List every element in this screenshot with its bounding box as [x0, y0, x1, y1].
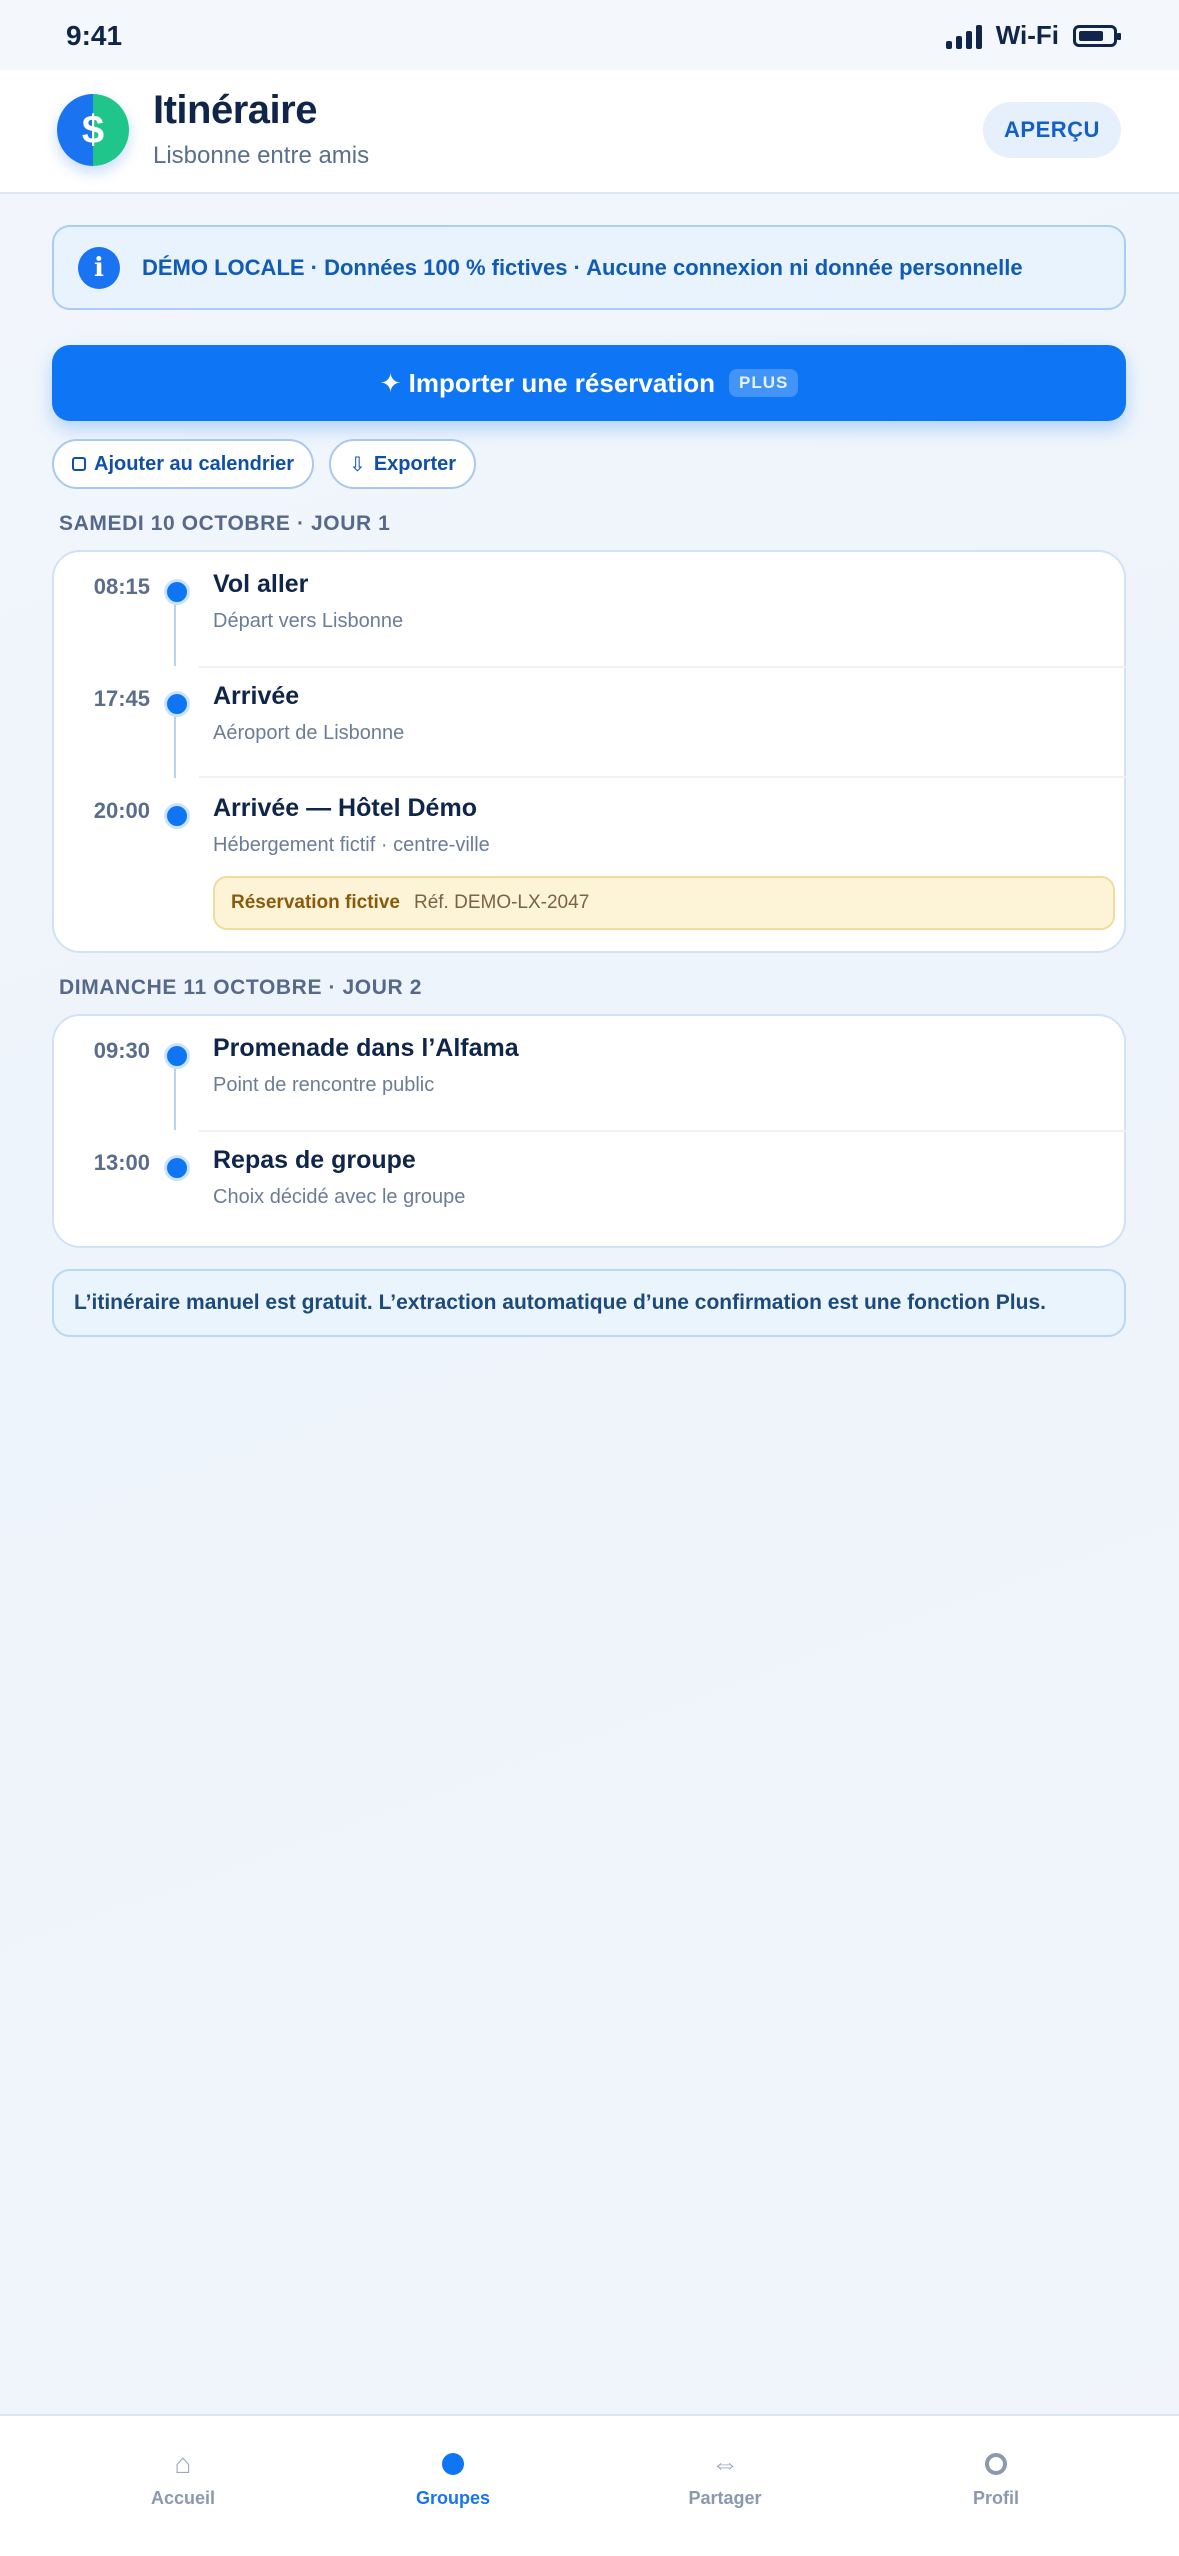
export-button[interactable]: ⇩ Exporter	[329, 439, 477, 489]
status-time: 9:41	[66, 20, 123, 51]
add-to-calendar-label: Ajouter au calendrier	[94, 452, 295, 475]
app-header: $ Itinéraire Lisbonne entre amis APERÇU	[0, 70, 1179, 194]
timeline-dot-icon	[164, 803, 190, 829]
itinerary-event[interactable]: 08:15 Vol aller Départ vers Lisbonne	[54, 552, 1126, 668]
timeline-dot-icon	[164, 579, 190, 605]
plus-info-note: L’itinéraire manuel est gratuit. L’extra…	[52, 1269, 1126, 1337]
download-icon: ⇩	[349, 453, 366, 476]
event-time: 13:00	[93, 1150, 150, 1175]
tab-label: Partager	[688, 2488, 762, 2508]
event-time: 09:30	[93, 1038, 150, 1063]
status-indicators: Wi-Fi	[945, 20, 1121, 51]
plus-badge: PLUS	[728, 369, 799, 397]
itinerary-event[interactable]: 20:00 Arrivée — Hôtel Démo Hébergement f…	[54, 776, 1126, 951]
signal-icon	[945, 23, 982, 49]
battery-icon	[1073, 24, 1121, 47]
dollar-icon: $	[81, 107, 105, 152]
status-bar: 9:41 Wi-Fi	[0, 0, 1179, 70]
network-label: Wi-Fi	[995, 20, 1059, 50]
itinerary-event[interactable]: 09:30 Promenade dans l’Alfama Point de r…	[54, 1016, 1126, 1132]
day-card: 09:30 Promenade dans l’Alfama Point de r…	[52, 1014, 1126, 1248]
event-subtitle: Hébergement fictif · centre-ville	[213, 834, 490, 856]
reservation-ref: Réf. DEMO-LX-2047	[413, 892, 590, 913]
demo-banner-text: DÉMO LOCALE · Données 100 % fictives · A…	[142, 254, 1023, 280]
day-card: 08:15 Vol aller Départ vers Lisbonne 17:…	[52, 550, 1126, 953]
profile-icon	[906, 2446, 1086, 2482]
event-title: Repas de groupe	[213, 1146, 416, 1174]
tab-groupes[interactable]: Groupes	[363, 2446, 543, 2509]
timeline-dot-icon	[164, 1155, 190, 1181]
event-title: Promenade dans l’Alfama	[213, 1034, 519, 1062]
tab-bar: ⌂ Accueil Groupes ⇔ Partager Profil	[0, 2414, 1179, 2556]
event-time: 08:15	[93, 574, 150, 599]
calendar-icon	[72, 457, 86, 471]
tab-label: Groupes	[415, 2488, 490, 2508]
event-subtitle: Aéroport de Lisbonne	[213, 722, 405, 744]
preview-button[interactable]: APERÇU	[983, 102, 1121, 158]
tab-profil[interactable]: Profil	[906, 2446, 1086, 2509]
groups-icon	[363, 2446, 543, 2482]
day-header: DIMANCHE 11 OCTOBRE · JOUR 2	[59, 976, 422, 999]
tab-accueil[interactable]: ⌂ Accueil	[93, 2446, 273, 2509]
info-icon: i	[78, 246, 120, 289]
timeline-dot-icon	[164, 691, 190, 717]
itinerary-event[interactable]: 17:45 Arrivée Aéroport de Lisbonne	[54, 664, 1126, 778]
app-logo: $	[57, 94, 129, 166]
page-subtitle: Lisbonne entre amis	[153, 142, 370, 169]
import-reservation-button[interactable]: ✦ Importer une réservation PLUS	[52, 345, 1126, 421]
share-icon: ⇔	[711, 2448, 739, 2479]
event-subtitle: Point de rencontre public	[213, 1074, 435, 1096]
itinerary-event[interactable]: 13:00 Repas de groupe Choix décidé avec …	[54, 1128, 1126, 1246]
event-title: Arrivée	[213, 682, 300, 710]
reservation-label: Réservation fictive	[231, 892, 400, 913]
event-title: Arrivée — Hôtel Démo	[213, 794, 477, 822]
event-time: 20:00	[93, 798, 150, 823]
event-time: 17:45	[93, 686, 150, 711]
home-icon: ⌂	[174, 2448, 192, 2479]
tab-label: Profil	[972, 2488, 1019, 2508]
tab-partager[interactable]: ⇔ Partager	[635, 2446, 815, 2509]
reservation-tag[interactable]: Réservation fictive Réf. DEMO-LX-2047	[213, 876, 1115, 930]
day-header: SAMEDI 10 OCTOBRE · JOUR 1	[59, 512, 391, 535]
event-title: Vol aller	[213, 570, 309, 598]
event-subtitle: Choix décidé avec le groupe	[213, 1186, 466, 1208]
page-title: Itinéraire	[153, 88, 317, 132]
event-subtitle: Départ vers Lisbonne	[213, 610, 404, 632]
tab-label: Accueil	[150, 2488, 216, 2508]
import-reservation-label: ✦ Importer une réservation	[379, 367, 715, 398]
secondary-actions: Ajouter au calendrier ⇩ Exporter	[52, 439, 477, 489]
add-to-calendar-button[interactable]: Ajouter au calendrier	[52, 439, 315, 489]
export-label: Exporter	[373, 452, 457, 475]
timeline-dot-icon	[164, 1043, 190, 1069]
demo-banner: i DÉMO LOCALE · Données 100 % fictives ·…	[52, 225, 1126, 310]
